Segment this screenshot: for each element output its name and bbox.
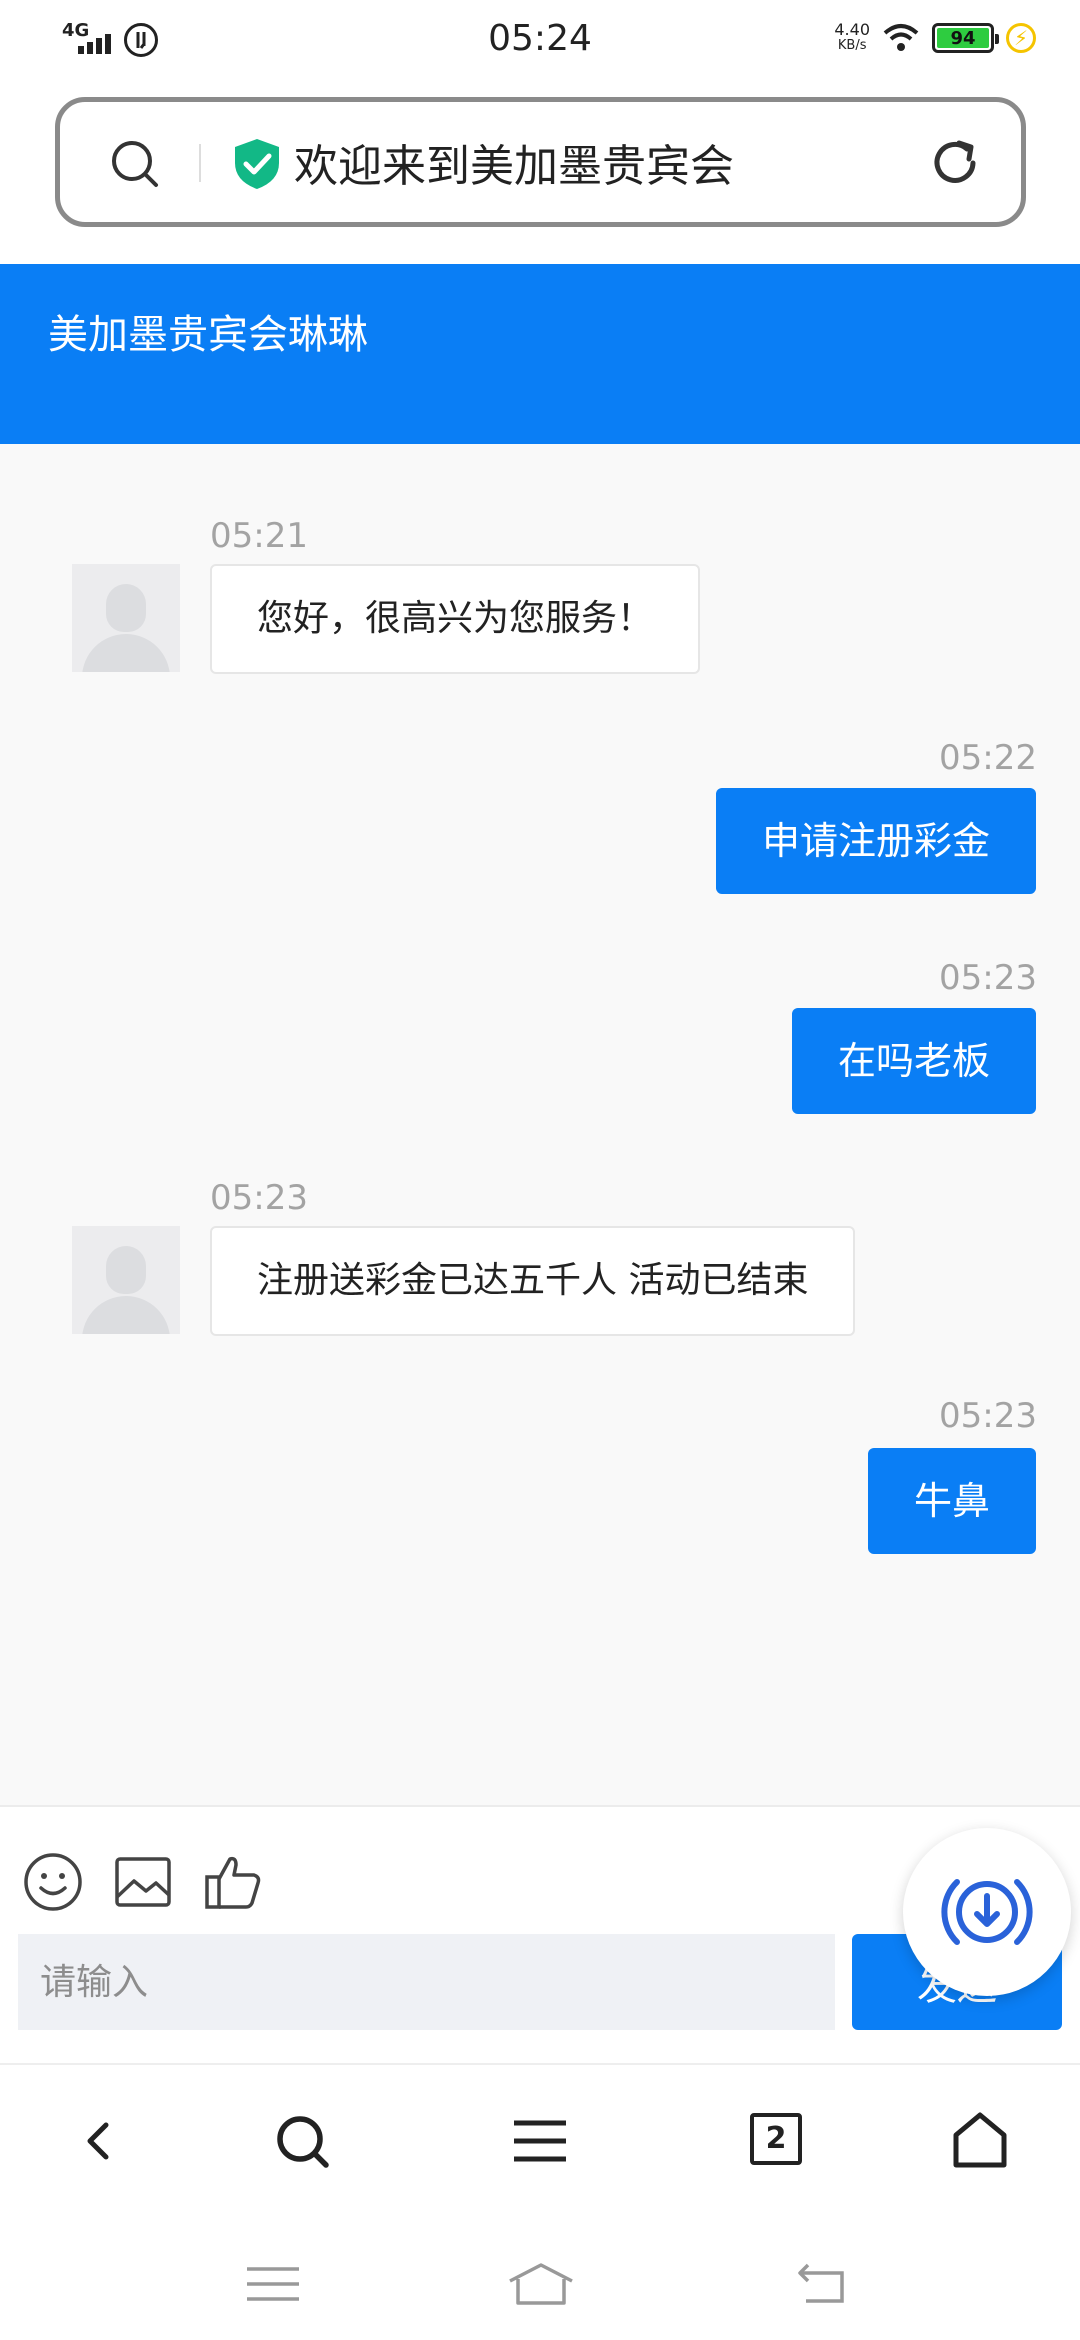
message-bubble-outgoing: 在吗老板 [791, 1008, 1036, 1114]
chat-title: 美加墨贵宾会琳琳 [48, 312, 368, 358]
speed-unit: KB/s [837, 38, 867, 53]
message-input[interactable] [18, 1934, 835, 2030]
menu-icon[interactable] [508, 2109, 572, 2173]
floating-download-button[interactable] [903, 1828, 1071, 1996]
message-bubble-outgoing: 牛鼻 [867, 1448, 1036, 1554]
message-time: 05:23 [939, 1396, 1037, 1436]
message-time: 05:23 [210, 1178, 308, 1218]
charging-icon: ⚡ [1006, 23, 1036, 53]
reload-icon[interactable] [927, 135, 983, 191]
thumbs-up-icon[interactable] [202, 1851, 264, 1913]
back-icon[interactable] [68, 2109, 132, 2173]
wifi-icon [883, 24, 919, 51]
message-bubble-incoming: 您好，很高兴为您服务！ [210, 564, 701, 674]
home-icon[interactable] [948, 2109, 1012, 2173]
address-bar[interactable]: 欢迎来到美加墨贵宾会 [55, 97, 1026, 227]
message-bubble-incoming: 注册送彩金已达五千人 活动已结束 [210, 1226, 856, 1336]
emoji-icon[interactable] [22, 1851, 84, 1913]
shield-check-icon [235, 139, 279, 189]
chat-header: 美加墨贵宾会琳琳 [0, 264, 1080, 444]
page-title[interactable]: 欢迎来到美加墨贵宾会 [294, 130, 734, 194]
status-bar: 4G 05:24 4.40 KB/s 94 ⚡ [0, 0, 1080, 84]
network-speed: 4.40 KB/s [834, 22, 870, 54]
message-time: 05:22 [939, 738, 1037, 778]
search-icon[interactable] [108, 137, 160, 189]
divider [199, 144, 201, 182]
battery-icon: 94 [932, 23, 999, 53]
back-icon[interactable] [792, 2259, 852, 2309]
image-icon[interactable] [112, 1851, 174, 1913]
system-nav [0, 2213, 1080, 2340]
speed-value: 4.40 [834, 20, 870, 39]
message-time: 05:21 [210, 516, 308, 556]
recent-apps-icon[interactable] [243, 2259, 303, 2309]
download-icon [941, 1879, 1033, 1945]
avatar [72, 564, 180, 672]
battery-level: 94 [937, 28, 989, 49]
tabs-icon[interactable]: 2 [750, 2113, 802, 2165]
search-icon[interactable] [270, 2109, 334, 2173]
avatar [72, 1226, 180, 1334]
browser-toolbar: 2 [0, 2063, 1080, 2213]
message-time: 05:23 [939, 958, 1037, 998]
message-list[interactable]: 05:21 您好，很高兴为您服务！ 05:22 申请注册彩金 05:23 在吗老… [0, 444, 1080, 1805]
home-icon[interactable] [506, 2259, 576, 2309]
message-bubble-outgoing: 申请注册彩金 [715, 788, 1036, 894]
status-right: 4.40 KB/s 94 ⚡ [834, 22, 1036, 54]
